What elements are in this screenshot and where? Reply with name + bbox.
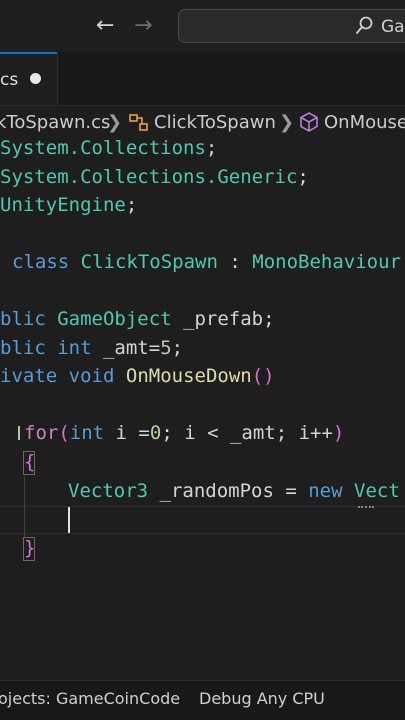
search-text: Ga (381, 17, 405, 37)
title-bar: ← → Ga (0, 0, 405, 52)
breadcrumb-class[interactable]: ClickToSpawn (154, 112, 276, 134)
status-config[interactable]: Debug Any CPU (199, 687, 325, 711)
code-line-3: UnityEngine; (0, 194, 138, 216)
code-line-2: System.Collections.Generic; (0, 166, 309, 188)
suggestion-dots (358, 504, 374, 508)
status-projects[interactable]: ojects: GameCoinCode (0, 687, 180, 711)
code-line-method: ivate void OnMouseDown() (0, 365, 275, 387)
current-line-highlight (0, 506, 405, 534)
tab-bar: cs (0, 52, 405, 106)
code-line-close-brace: } (24, 537, 36, 559)
tab-separator (57, 52, 58, 105)
tab-label: cs (0, 70, 19, 90)
mouse-ibeam-icon (18, 426, 28, 440)
breadcrumb-file[interactable]: kToSpawn.cs (0, 112, 110, 134)
search-box[interactable]: Ga (178, 9, 405, 43)
code-line-for: for(int i =0; i < _amt; i++) (24, 422, 345, 444)
breadcrumb: kToSpawn.cs ❯ ClickToSpawn ❯ OnMouse (0, 106, 405, 140)
tab-clicktospawn[interactable]: cs (0, 52, 57, 105)
chevron-right-icon: ❯ (279, 112, 295, 133)
method-icon (300, 112, 318, 132)
breadcrumb-member[interactable]: OnMouse (324, 112, 405, 134)
code-line-class: class ClickToSpawn : MonoBehaviour (12, 251, 401, 273)
search-icon (355, 16, 373, 35)
code-line-amt: blic int _amt=5; (0, 337, 184, 359)
forward-arrow-icon[interactable]: → (134, 12, 160, 40)
code-line-open-brace: { (24, 451, 36, 473)
code-line-1: System.Collections; (0, 140, 218, 159)
indent-guide (24, 476, 25, 538)
code-line-prefab: blic GameObject _prefab; (0, 308, 275, 330)
status-bar: ojects: GameCoinCode Debug Any CPU (0, 680, 405, 720)
unsaved-dot-icon[interactable] (30, 73, 41, 84)
code-line-vector3: Vector3 _randomPos = new Vect (68, 480, 400, 502)
chevron-right-icon: ❯ (107, 112, 123, 133)
class-icon (129, 114, 148, 131)
code-editor[interactable]: System.Collections; System.Collections.G… (0, 140, 405, 680)
back-arrow-icon[interactable]: ← (96, 12, 122, 40)
text-caret (68, 507, 70, 533)
